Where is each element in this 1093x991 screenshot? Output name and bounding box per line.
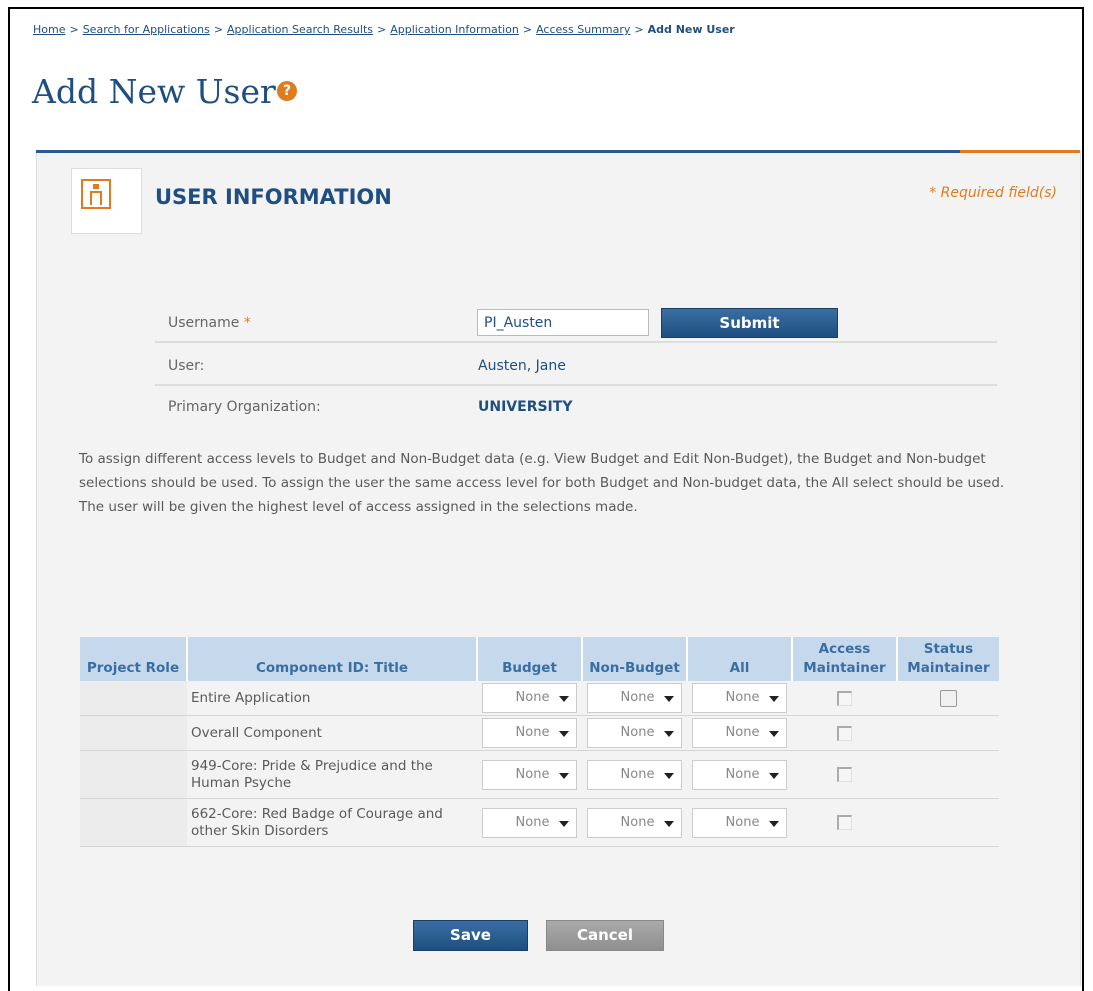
chevron-down-icon: [664, 696, 674, 702]
header-non-budget: Non-Budget: [582, 637, 688, 681]
non-budget-select[interactable]: None: [587, 759, 682, 790]
breadcrumb-access-summary[interactable]: Access Summary: [536, 23, 630, 36]
non-budget-select[interactable]: None: [587, 683, 682, 713]
all-select[interactable]: None: [692, 718, 787, 748]
breadcrumb-separator: >: [522, 23, 533, 36]
panel-top-border: [36, 150, 960, 153]
username-input[interactable]: [477, 309, 649, 336]
access-table: Project Role Component ID: Title Budget …: [80, 637, 999, 847]
component-cell: 662-Core: Red Badge of Courage and other…: [187, 798, 477, 847]
all-select[interactable]: None: [692, 683, 787, 713]
chevron-down-icon: [664, 820, 674, 827]
project-role-cell: [80, 798, 187, 847]
non-budget-select[interactable]: None: [587, 807, 682, 838]
access-maintainer-checkbox[interactable]: [837, 815, 852, 830]
breadcrumb-separator: >: [213, 23, 224, 36]
breadcrumb-search-for-applications[interactable]: Search for Applications: [83, 23, 210, 36]
all-select[interactable]: None: [692, 807, 787, 838]
all-select[interactable]: None: [692, 759, 787, 790]
breadcrumb-separator: >: [377, 23, 387, 36]
project-role-cell: [80, 715, 187, 751]
cancel-button[interactable]: Cancel: [546, 920, 664, 951]
budget-select[interactable]: None: [482, 807, 577, 838]
chevron-down-icon: [769, 696, 779, 702]
instructions-text: To assign different access levels to Bud…: [79, 451, 1005, 515]
chevron-down-icon: [769, 772, 779, 779]
breadcrumb-application-search-results[interactable]: Application Search Results: [227, 23, 373, 36]
budget-select[interactable]: None: [482, 683, 577, 713]
user-label: User:: [168, 358, 205, 374]
header-access-maintainer: Access Maintainer: [792, 637, 898, 681]
table-row: 949-Core: Pride & Prejudice and the Huma…: [80, 750, 999, 799]
breadcrumb-separator: >: [69, 23, 79, 36]
status-maintainer-checkbox[interactable]: [939, 689, 957, 707]
user-row: User: Austen, Jane: [155, 348, 997, 386]
organization-label: Primary Organization:: [168, 399, 321, 415]
user-information-panel: [36, 150, 1081, 986]
chevron-down-icon: [769, 820, 779, 827]
table-row: 662-Core: Red Badge of Courage and other…: [80, 798, 999, 847]
panel-top-accent: [960, 150, 1080, 153]
header-all: All: [687, 637, 793, 681]
component-cell: Overall Component: [187, 715, 477, 751]
header-budget: Budget: [477, 637, 583, 681]
chevron-down-icon: [559, 731, 569, 737]
table-header-row: Project Role Component ID: Title Budget …: [80, 637, 999, 681]
page-title: Add New User: [32, 72, 276, 111]
required-fields-note: * Required field(s): [929, 185, 1057, 201]
breadcrumb-application-information[interactable]: Application Information: [390, 23, 519, 36]
access-maintainer-checkbox[interactable]: [837, 767, 852, 782]
chevron-down-icon: [559, 772, 569, 779]
chevron-down-icon: [559, 820, 569, 827]
chevron-down-icon: [664, 731, 674, 737]
breadcrumb-current: Add New User: [647, 23, 735, 36]
chevron-down-icon: [664, 772, 674, 779]
header-project-role: Project Role: [80, 637, 188, 681]
breadcrumb-separator: >: [634, 23, 644, 36]
user-icon: [71, 168, 142, 234]
breadcrumb-home[interactable]: Home: [33, 23, 65, 36]
organization-row: Primary Organization: UNIVERSITY: [155, 389, 997, 425]
chevron-down-icon: [559, 696, 569, 702]
header-status-maintainer: Status Maintainer: [897, 637, 999, 681]
table-row: Entire Application None None None: [80, 681, 999, 716]
section-title: USER INFORMATION: [155, 185, 392, 209]
chevron-down-icon: [769, 731, 779, 737]
budget-select[interactable]: None: [482, 759, 577, 790]
component-cell: Entire Application: [187, 681, 477, 716]
header-component: Component ID: Title: [187, 637, 478, 681]
save-button[interactable]: Save: [413, 920, 528, 951]
table-row: Overall Component None None None: [80, 715, 999, 751]
access-maintainer-checkbox[interactable]: [837, 725, 852, 741]
help-icon[interactable]: ?: [277, 81, 297, 101]
breadcrumb: Home > Search for Applications > Application…: [33, 23, 735, 36]
component-cell: 949-Core: Pride & Prejudice and the Huma…: [187, 750, 477, 799]
username-label: Username *: [168, 315, 251, 331]
project-role-cell: [80, 750, 187, 799]
organization-value: UNIVERSITY: [478, 399, 573, 415]
non-budget-select[interactable]: None: [587, 718, 682, 748]
user-value: Austen, Jane: [478, 358, 566, 374]
project-role-cell: [80, 681, 187, 716]
budget-select[interactable]: None: [482, 718, 577, 748]
access-maintainer-checkbox[interactable]: [837, 690, 852, 706]
submit-button[interactable]: Submit: [661, 308, 838, 338]
required-marker: *: [243, 315, 251, 331]
